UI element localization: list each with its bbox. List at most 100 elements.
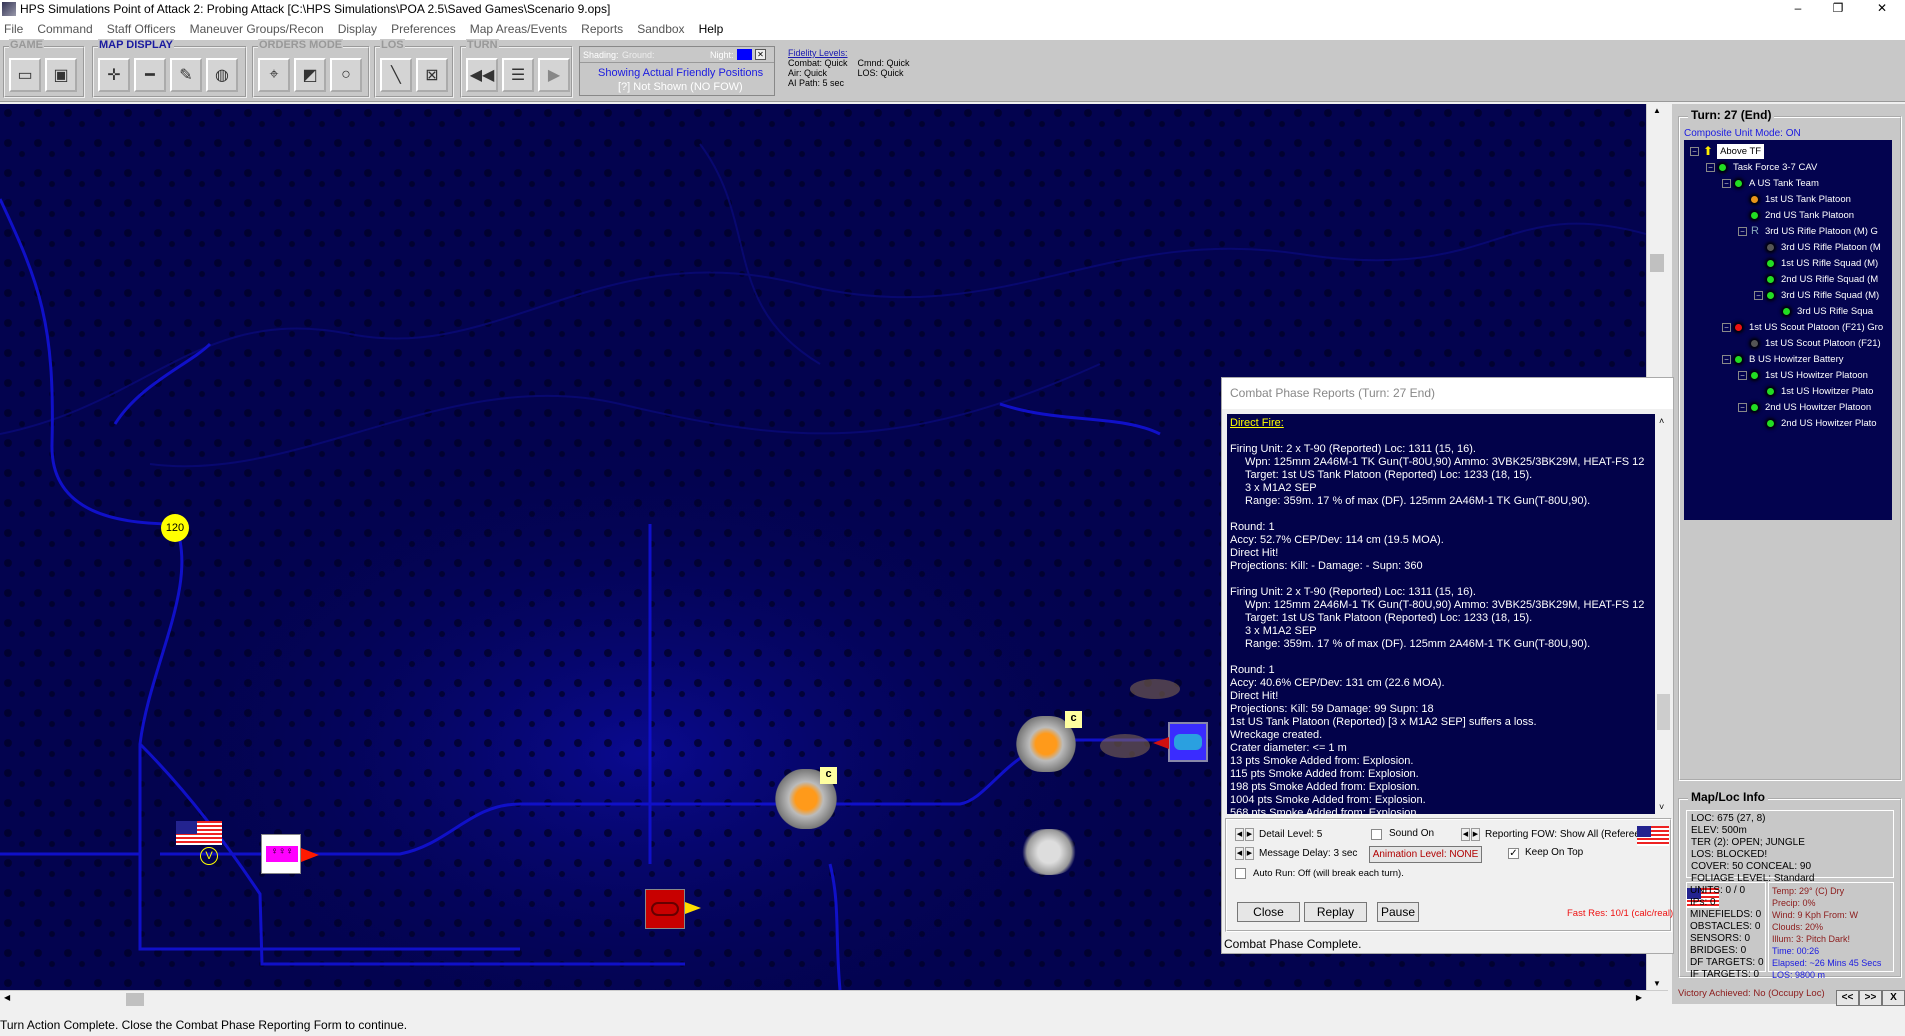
next-button[interactable]: >> [1859, 990, 1882, 1006]
collapse-toggle-icon[interactable]: − [1738, 227, 1747, 236]
tree-node[interactable]: − 3rd US Rifle Squad (M) [1754, 288, 1879, 303]
tree-node[interactable]: − Task Force 3-7 CAV [1706, 160, 1817, 175]
globe-icon[interactable]: ◍ [206, 58, 238, 92]
menu-help[interactable]: Help [695, 22, 734, 36]
tree-node[interactable]: − A US Tank Team [1722, 176, 1819, 191]
tree-node[interactable]: − B US Howitzer Battery [1722, 352, 1844, 367]
collapse-toggle-icon[interactable]: − [1706, 163, 1715, 172]
crosshair-icon[interactable]: ⌖ [258, 58, 290, 92]
report-scrollbar[interactable]: ˄ ˅ [1655, 414, 1672, 814]
victory-location-marker[interactable]: V [200, 847, 218, 865]
enemy-tank-counter[interactable] [645, 889, 685, 929]
fidelity-title[interactable]: Fidelity Levels: [788, 48, 910, 58]
collapse-toggle-icon[interactable]: − [1738, 371, 1747, 380]
tree-node-label: 3rd US Rifle Platoon (M [1781, 242, 1881, 253]
report-line [1227, 573, 1655, 586]
tree-node[interactable]: −3rd US Rifle Squa [1770, 304, 1873, 319]
close-button[interactable]: Close [1237, 902, 1300, 922]
map-horizontal-scrollbar[interactable]: ◀ ▶ [0, 990, 1668, 1008]
los-clear-icon[interactable]: ⊠ [416, 58, 448, 92]
composite-mode-label[interactable]: Composite Unit Mode: ON [1684, 128, 1801, 139]
combat-marker[interactable]: c [1065, 711, 1082, 728]
menu-preferences[interactable]: Preferences [387, 22, 466, 36]
next-turn-icon[interactable]: ▶ [538, 58, 570, 92]
map-edit-icon[interactable]: ✎ [170, 58, 202, 92]
friendly-positions-text[interactable]: Showing Actual Friendly Positions [598, 67, 763, 79]
tree-node[interactable]: −2nd US Rifle Squad (M [1754, 272, 1878, 287]
open-game-button[interactable]: ▭ [9, 58, 41, 92]
tree-node[interactable]: −2nd US Howitzer Plato [1754, 416, 1877, 431]
message-delay-control[interactable]: ◀ ▶ Message Delay: 3 sec [1235, 847, 1357, 860]
scroll-thumb[interactable] [1657, 694, 1670, 730]
friendly-tank-counter[interactable] [1168, 722, 1208, 762]
scroll-thumb[interactable] [126, 993, 144, 1006]
collapse-toggle-icon[interactable]: − [1722, 179, 1731, 188]
menu-command[interactable]: Command [33, 22, 102, 36]
tree-node[interactable]: − ⬆ Above TF [1690, 144, 1765, 159]
zoom-in-icon[interactable]: ✛ [98, 58, 130, 92]
tree-node-label: 3rd US Rifle Squa [1797, 306, 1874, 317]
tree-node[interactable]: − 1st US Howitzer Platoon [1738, 368, 1868, 383]
collapse-toggle-icon[interactable]: − [1754, 291, 1763, 300]
tree-node[interactable]: −3rd US Rifle Platoon (M [1754, 240, 1881, 255]
counts-box: UNITS: 0 / 0 IPs: 0 MINEFIELDS: 0 OBSTAC… [1686, 882, 1766, 980]
group-label: LOS [380, 39, 405, 51]
rewind-icon[interactable]: ◀◀ [466, 58, 498, 92]
pause-button[interactable]: Pause [1377, 902, 1419, 922]
count-line: SENSORS: 0 [1690, 933, 1751, 944]
menu-map-areas[interactable]: Map Areas/Events [466, 22, 577, 36]
menu-reports[interactable]: Reports [577, 22, 633, 36]
tree-node[interactable]: − 1st US Scout Platoon (F21) Gro [1722, 320, 1883, 335]
restore-button[interactable]: ❐ [1818, 0, 1858, 18]
los-line-icon[interactable]: ╲ [380, 58, 412, 92]
report-heading[interactable]: Direct Fire: [1227, 417, 1655, 430]
road-marker: 120 [161, 514, 189, 542]
combat-marker[interactable]: c [820, 767, 837, 784]
save-game-button[interactable]: ▣ [45, 58, 77, 92]
report-list-icon[interactable]: ☰ [502, 58, 534, 92]
tree-node[interactable]: −1st US Tank Platoon [1738, 192, 1851, 207]
report-text[interactable]: Direct Fire: Firing Unit: 2 x T-90 (Repo… [1227, 414, 1655, 814]
replay-button[interactable]: Replay [1304, 902, 1367, 922]
tree-node[interactable]: −1st US Rifle Squad (M) [1754, 256, 1878, 271]
minimize-button[interactable]: – [1778, 0, 1818, 18]
facing-arrow-icon [1153, 737, 1169, 749]
menu-sandbox[interactable]: Sandbox [633, 22, 694, 36]
collapse-toggle-icon[interactable]: − [1690, 147, 1699, 156]
night-toggle-icon[interactable]: ✕ [755, 49, 766, 60]
tree-node[interactable]: − R 3rd US Rifle Platoon (M) G [1738, 224, 1878, 239]
prev-button[interactable]: << [1836, 990, 1859, 1006]
shading-value[interactable]: Ground: [622, 50, 655, 60]
menu-display[interactable]: Display [334, 22, 387, 36]
orders-icon[interactable]: ◩ [294, 58, 326, 92]
reporting-fow-control[interactable]: ◀ ▶ Reporting FOW: Show All (Referee) [1461, 828, 1643, 841]
menu-staff-officers[interactable]: Staff Officers [103, 22, 186, 36]
close-panel-button[interactable]: X [1882, 990, 1905, 1006]
tree-node[interactable]: − 2nd US Howitzer Platoon [1738, 400, 1871, 415]
tree-node[interactable]: −2nd US Tank Platoon [1738, 208, 1854, 223]
group-map-display: MAP DISPLAY ✛ ━ ✎ ◍ [92, 39, 247, 98]
infantry-unit-counter[interactable]: ♀♀♀ [261, 834, 301, 874]
zoom-out-icon[interactable]: ━ [134, 58, 166, 92]
sound-label: Sound On [1389, 828, 1435, 839]
loc-line: TER (2): OPEN; JUNGLE [1691, 837, 1805, 848]
menu-maneuver-groups[interactable]: Maneuver Groups/Recon [186, 22, 334, 36]
tree-node[interactable]: −1st US Scout Platoon (F21) [1738, 336, 1881, 351]
status-light-icon [1767, 388, 1774, 395]
close-window-button[interactable]: ✕ [1862, 0, 1902, 18]
collapse-toggle-icon[interactable]: − [1722, 355, 1731, 364]
tree-node[interactable]: −1st US Howitzer Plato [1754, 384, 1873, 399]
auto-run-checkbox[interactable] [1235, 868, 1246, 879]
circle-icon[interactable]: ○ [330, 58, 362, 92]
sound-checkbox[interactable] [1371, 829, 1382, 840]
collapse-toggle-icon[interactable]: − [1722, 323, 1731, 332]
scroll-thumb[interactable] [1650, 254, 1664, 272]
detail-level-control[interactable]: ◀ ▶ Detail Level: 5 [1235, 828, 1322, 841]
unit-tree[interactable]: − ⬆ Above TF − Task Force 3-7 CAV − A US Tank … [1684, 140, 1892, 520]
night-color-swatch[interactable] [737, 49, 752, 60]
report-line: 115 pts Smoke Added from: Explosion. [1230, 768, 1419, 780]
menu-file[interactable]: File [0, 22, 33, 36]
animation-level-button[interactable]: Animation Level: NONE [1369, 846, 1482, 863]
keep-on-top-checkbox[interactable]: ✓ [1508, 848, 1519, 859]
collapse-toggle-icon[interactable]: − [1738, 403, 1747, 412]
